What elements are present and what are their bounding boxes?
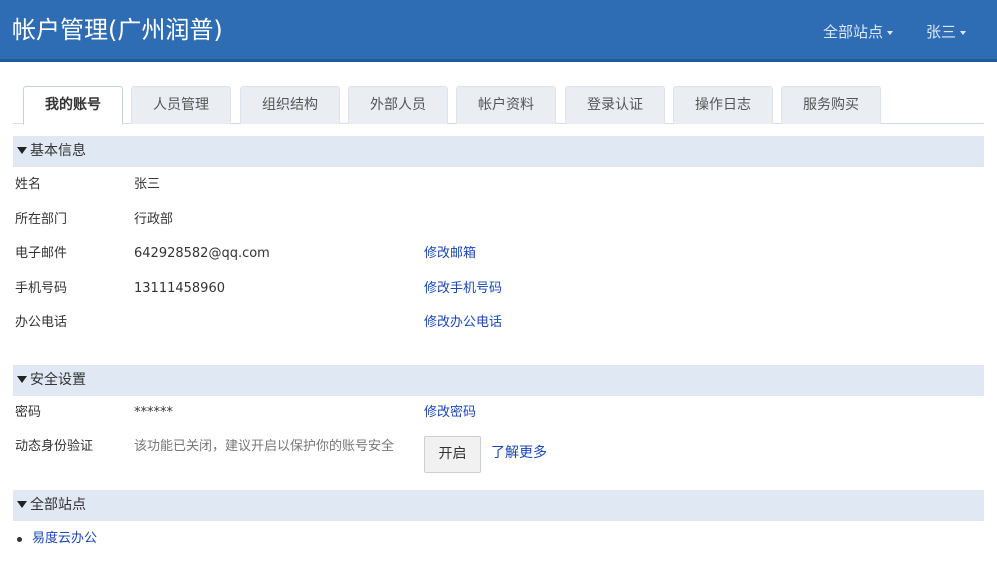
site-link[interactable]: 易度云办公: [32, 531, 97, 546]
field-label: 姓名: [15, 177, 42, 192]
bullet-icon: [17, 537, 22, 542]
section-basic-info-header[interactable]: 基本信息: [13, 136, 984, 167]
collapse-triangle-icon: [17, 500, 27, 508]
chevron-down-icon: [887, 30, 894, 35]
section-all-sites-header[interactable]: 全部站点: [13, 490, 984, 521]
tab-org-structure[interactable]: 组织结构: [240, 86, 340, 124]
field-value: 13111458960: [134, 281, 225, 296]
tab-login-auth[interactable]: 登录认证: [565, 86, 665, 124]
field-value: 张三: [134, 177, 161, 192]
all-sites-dropdown[interactable]: 全部站点: [823, 22, 894, 42]
field-label: 办公电话: [15, 315, 68, 330]
field-value: 642928582@qq.com: [134, 246, 270, 261]
chevron-down-icon: [960, 30, 967, 35]
change-email-link[interactable]: 修改邮箱: [424, 244, 476, 264]
two-factor-status-text: 该功能已关闭，建议开启以保护你的账号安全: [134, 439, 395, 454]
section-title: 基本信息: [30, 143, 86, 159]
user-menu-dropdown[interactable]: 张三: [926, 22, 967, 42]
field-label: 所在部门: [15, 212, 68, 227]
tab-my-account[interactable]: 我的账号: [23, 86, 123, 125]
field-label: 电子邮件: [15, 246, 68, 261]
tab-account-profile[interactable]: 帐户资料: [456, 86, 556, 124]
enable-two-factor-button[interactable]: 开启: [424, 436, 481, 473]
tab-user-management[interactable]: 人员管理: [131, 86, 231, 124]
learn-more-link[interactable]: 了解更多: [491, 443, 547, 463]
change-password-link[interactable]: 修改密码: [424, 403, 476, 423]
field-label: 密码: [15, 405, 42, 420]
section-title: 全部站点: [30, 497, 86, 513]
main-tabs: 我的账号 人员管理 组织结构 外部人员 帐户资料 登录认证 操作日志 服务购买: [13, 86, 984, 125]
tab-service-purchase[interactable]: 服务购买: [781, 86, 881, 124]
list-item: 易度云办公: [15, 529, 97, 549]
app-title: 帐户管理(广州润普): [12, 16, 223, 44]
tab-operation-log[interactable]: 操作日志: [673, 86, 773, 124]
section-security-header[interactable]: 安全设置: [13, 365, 984, 396]
change-mobile-link[interactable]: 修改手机号码: [424, 279, 502, 299]
tab-external-users[interactable]: 外部人员: [348, 86, 448, 124]
user-name-label: 张三: [926, 23, 957, 41]
section-title: 安全设置: [30, 372, 86, 388]
field-label: 动态身份验证: [15, 439, 94, 454]
all-sites-label: 全部站点: [823, 23, 884, 41]
collapse-triangle-icon: [17, 375, 27, 383]
change-office-phone-link[interactable]: 修改办公电话: [424, 313, 502, 333]
field-label: 手机号码: [15, 281, 68, 296]
field-value: ******: [134, 405, 173, 420]
collapse-triangle-icon: [17, 146, 27, 154]
field-value: 行政部: [134, 212, 174, 227]
top-header-bar: 帐户管理(广州润普) 全部站点 张三: [0, 0, 997, 62]
site-list: 易度云办公: [15, 529, 97, 549]
